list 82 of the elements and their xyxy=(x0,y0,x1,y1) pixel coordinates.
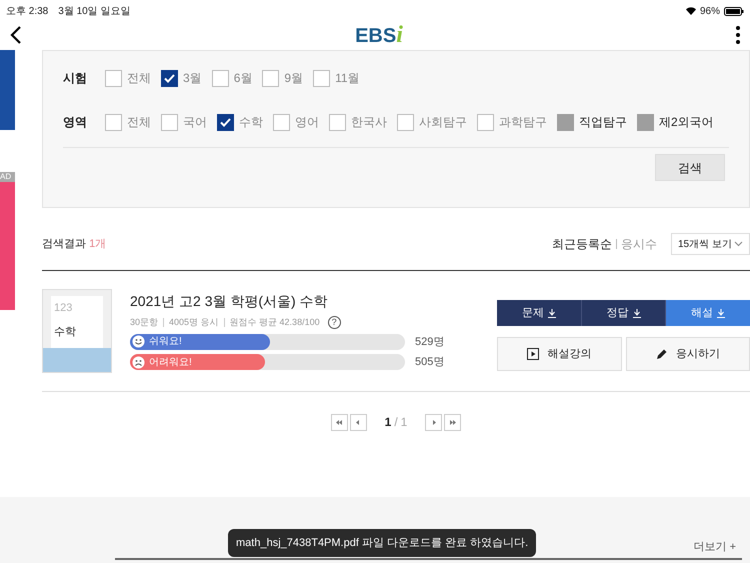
help-icon[interactable]: ? xyxy=(328,316,341,330)
last-page-button[interactable] xyxy=(444,414,462,430)
frown-icon xyxy=(132,356,145,369)
page-separator: / xyxy=(394,414,398,431)
next-page-button[interactable] xyxy=(425,414,442,430)
page-size-select[interactable]: 15개씩 보기 xyxy=(671,233,750,255)
checkbox[interactable] xyxy=(161,70,178,86)
checkbox[interactable] xyxy=(212,70,229,86)
search-button[interactable]: 검색 xyxy=(655,154,725,181)
filter-option[interactable]: 한국사 xyxy=(329,113,387,131)
play-icon xyxy=(527,348,540,360)
double-left-icon xyxy=(335,420,344,424)
download-button[interactable]: 정답 xyxy=(580,300,666,326)
checkbox[interactable] xyxy=(262,70,280,86)
exam-button[interactable]: 응시하기 xyxy=(626,337,750,371)
battery-percent: 96% xyxy=(700,4,720,18)
more-link[interactable]: 더보기 + xyxy=(694,539,736,556)
filter-option[interactable]: 전체 xyxy=(105,69,151,87)
download-button[interactable]: 해설 xyxy=(665,300,750,326)
checkbox[interactable] xyxy=(161,114,178,130)
vote-count: 529명 xyxy=(415,334,444,350)
exam-meta: 30문항 xyxy=(130,316,158,329)
filter-option[interactable]: 사회탐구 xyxy=(397,113,467,131)
checkbox[interactable] xyxy=(313,70,330,86)
filter-option[interactable]: 수학 xyxy=(217,113,263,131)
filter-label: 시험 xyxy=(63,70,88,87)
lecture-button[interactable]: 해설강의 xyxy=(497,337,622,371)
current-page: 1 xyxy=(384,414,392,431)
filter-option[interactable]: 9월 xyxy=(262,69,304,87)
sort-option[interactable]: 응시수 xyxy=(621,235,657,253)
total-pages: 1 xyxy=(400,414,408,431)
result-count: 검색결과 1개 xyxy=(42,236,106,252)
filter-option[interactable]: 전체 xyxy=(105,113,151,131)
check-icon xyxy=(164,74,175,82)
exam-meta: 4005명 응시 xyxy=(169,316,219,329)
checkbox[interactable] xyxy=(273,114,290,130)
prev-page-button[interactable] xyxy=(350,414,367,430)
filter-label: 영역 xyxy=(63,114,88,131)
vote-count: 505명 xyxy=(415,355,444,370)
back-icon[interactable] xyxy=(10,26,22,44)
double-right-icon xyxy=(448,420,457,424)
filter-option[interactable]: 6월 xyxy=(212,69,252,87)
download-icon xyxy=(717,308,726,318)
status-date: 3월 10일 일요일 xyxy=(58,4,130,18)
check-icon xyxy=(220,118,231,126)
wifi-icon xyxy=(686,7,696,15)
vote-bar[interactable]: 쉬워요! xyxy=(130,334,405,350)
checkbox[interactable] xyxy=(105,114,122,130)
vote-label: 어려워요! xyxy=(149,356,192,370)
chevron-down-icon xyxy=(734,241,743,247)
exam-meta: 원점수 평균 42.38/100 xyxy=(230,316,320,329)
download-icon xyxy=(632,308,640,318)
exam-title[interactable]: 2021년 고2 3월 학평(서울) 수학 xyxy=(130,291,460,312)
banner-ad[interactable] xyxy=(0,50,15,130)
download-icon xyxy=(548,308,556,318)
filter-option[interactable]: 과학탐구 xyxy=(477,113,547,131)
sort-option[interactable]: 최근등록순 xyxy=(552,235,612,253)
download-toast: math_hsj_7438T4PM.pdf 파일 다운로드를 완료 하였습니다. xyxy=(228,529,536,557)
side-ad[interactable]: AD xyxy=(0,172,15,310)
more-icon[interactable] xyxy=(736,26,740,44)
pencil-icon xyxy=(656,348,668,360)
filter-option[interactable]: 11월 xyxy=(313,69,360,87)
checkbox[interactable] xyxy=(477,114,494,130)
checkbox[interactable] xyxy=(105,70,122,86)
thumb-subject: 수학 xyxy=(54,325,76,340)
checkbox[interactable] xyxy=(329,114,346,130)
filter-option[interactable]: 영어 xyxy=(273,113,319,131)
first-page-button[interactable] xyxy=(330,414,348,430)
envelope-drawing xyxy=(43,348,111,372)
filter-option[interactable]: 국어 xyxy=(161,113,207,131)
thumb-number: 123 xyxy=(54,301,72,316)
checkbox[interactable] xyxy=(217,114,234,130)
ad-label: AD xyxy=(0,172,15,182)
status-time: 오후 2:38 xyxy=(6,4,48,18)
filter-option[interactable]: 3월 xyxy=(161,69,202,87)
vote-bar[interactable]: 어려워요! xyxy=(130,354,405,370)
ebsi-logo[interactable]: EBSi xyxy=(355,17,403,53)
checkbox[interactable] xyxy=(397,114,414,130)
download-button[interactable]: 문제 xyxy=(497,300,581,326)
battery-icon xyxy=(724,6,744,16)
smile-icon xyxy=(132,335,145,348)
vote-label: 쉬워요! xyxy=(149,335,182,350)
